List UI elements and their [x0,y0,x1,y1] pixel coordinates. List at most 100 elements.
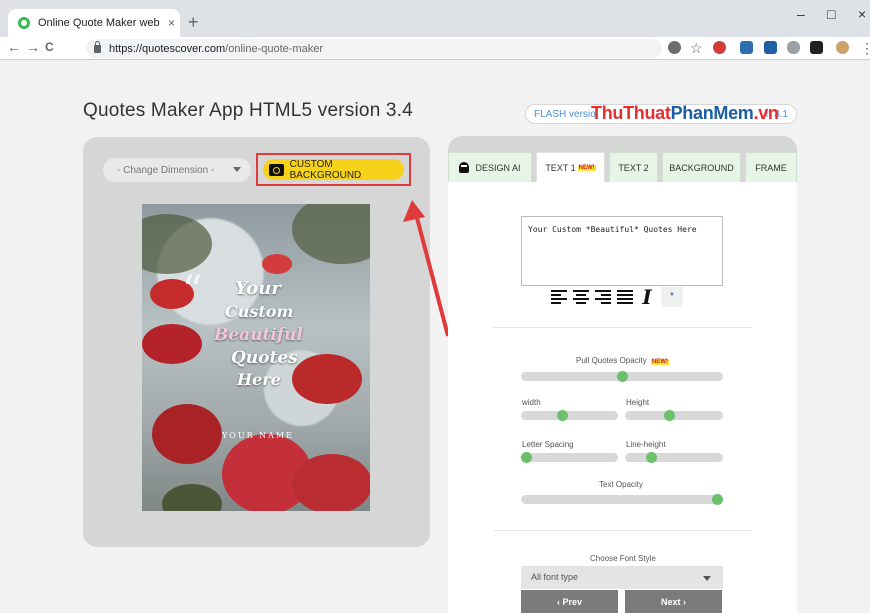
window-close-button[interactable]: × [858,6,866,22]
quote-author: YOUR NAME [222,431,294,440]
flash-version-label: FLASH versio [534,109,596,120]
foliage-shape [142,214,212,274]
quote-line: Your [235,278,281,299]
font-type-value: All font type [531,572,579,582]
slider-handle[interactable] [521,452,532,463]
quote-line: Quotes [231,348,298,368]
forward-button[interactable]: → [26,39,40,55]
align-right-icon[interactable] [595,289,611,305]
flower-shape [152,404,222,464]
reload-button[interactable]: C [45,40,54,54]
align-left-icon[interactable] [551,289,567,305]
pull-quotes-opacity-slider[interactable] [521,371,723,382]
download-icon[interactable] [764,41,777,54]
pull-quotes-opacity-label: Pull Quotes Opacity NEW! [576,356,669,365]
divider [493,530,751,531]
watermark-tail-text: .vn [753,103,779,123]
line-height-slider[interactable] [625,452,723,463]
quote-preview-canvas[interactable]: “ Your Custom Beautiful Quotes Here YOUR… [142,204,370,511]
align-center-icon[interactable] [573,289,589,305]
tab-label: TEXT 2 [618,162,649,173]
tab-label: BACKGROUND [669,162,734,173]
bookmark-star-icon[interactable]: ☆ [690,40,703,57]
slider-handle[interactable] [616,371,628,382]
adblock-icon[interactable] [713,41,726,54]
slider-handle[interactable] [557,410,569,421]
editor-tabs: DESIGN AI TEXT 1 NEW! TEXT 2 BACKGROUND … [448,152,797,182]
tab-label: FRAME [755,162,787,173]
text-1-settings: I * Pull Quotes Opacity NEW! width Heigh… [448,182,797,613]
tab-text-1[interactable]: TEXT 1 NEW! [536,152,605,182]
special-char-button[interactable]: * [661,287,683,307]
flower-shape [262,254,292,274]
watermark-red-text: ThuThuat [591,103,671,123]
chevron-down-icon [703,576,711,581]
height-label: Height [626,398,650,407]
italic-button[interactable]: I [639,287,655,307]
tab-close-button[interactable]: × [168,16,175,30]
tab-text-2[interactable]: TEXT 2 [609,152,658,182]
lock-icon [94,40,101,53]
flower-shape [142,324,202,364]
address-toolbar: ← → C https://quotescover.com/online-quo… [0,37,870,60]
slider-handle[interactable] [645,452,657,463]
width-slider[interactable] [521,410,618,421]
flower-shape [292,454,370,511]
quote-mark: “ [182,268,203,314]
watermark-blue-text: PhanMem [670,103,754,123]
font-type-select[interactable]: All font type [521,566,723,589]
tab-design-ai[interactable]: DESIGN AI [448,152,532,182]
slider-handle[interactable] [663,410,675,421]
back-button[interactable]: ← [7,39,21,55]
letter-spacing-slider[interactable] [521,452,618,463]
highlight-box: CUSTOM BACKGROUND [256,153,411,186]
line-height-label: Line-height [626,440,666,449]
letter-spacing-label: Letter Spacing [522,440,574,449]
dimension-select-value: - Change Dimension - [117,164,215,176]
text-opacity-label: Text Opacity [599,480,644,489]
url-path: /online-quote-maker [225,42,324,55]
url-host: https://quotescover.com [109,42,226,55]
tab-frame[interactable]: FRAME [745,152,797,182]
text-format-toolbar: I * [551,287,683,307]
custom-background-label: CUSTOM BACKGROUND [289,158,362,181]
site-favicon-icon [18,17,30,29]
media-icon[interactable] [810,41,823,54]
tab-label: TEXT 1 [545,162,576,173]
maximize-button[interactable]: □ [827,6,835,22]
height-slider[interactable] [625,410,723,421]
camera-icon [269,163,284,176]
watermark-logo: ThuThuatPhanMem.vn [591,103,779,124]
font-style-label: Choose Font Style [590,554,656,563]
robot-icon [459,162,470,173]
browser-menu-icon[interactable]: ⋮ [860,40,870,57]
extension-icon[interactable] [668,41,681,54]
tab-background[interactable]: BACKGROUND [662,152,741,182]
quote-line: Beautiful [214,325,304,345]
divider [493,327,751,328]
quote-text-input[interactable] [521,216,723,286]
foliage-shape [292,204,370,264]
new-badge: NEW! [650,359,669,365]
profile-avatar[interactable] [836,41,849,54]
quote-line: Here [237,370,281,389]
cloud-icon[interactable] [787,41,800,54]
quote-line: Custom [225,302,294,321]
browser-tab[interactable]: Online Quote Maker web applica × [8,9,180,37]
url-field[interactable]: https://quotescover.com/online-quote-mak… [86,39,662,58]
new-tab-button[interactable]: + [188,12,199,33]
next-button[interactable]: Next › [625,590,722,613]
chevron-down-icon [233,167,241,172]
editor-panel: DESIGN AI TEXT 1 NEW! TEXT 2 BACKGROUND … [448,136,797,613]
preview-panel: - Change Dimension - CUSTOM BACKGROUND “… [83,137,430,547]
custom-background-button[interactable]: CUSTOM BACKGROUND [263,158,404,181]
dimension-select[interactable]: - Change Dimension - [103,158,251,182]
foliage-shape [162,484,222,511]
cast-icon[interactable] [740,41,753,54]
text-opacity-slider[interactable] [521,494,723,505]
align-justify-icon[interactable] [617,289,633,305]
page-title: Quotes Maker App HTML5 version 3.4 [83,100,413,121]
minimize-button[interactable]: – [797,6,805,22]
slider-handle[interactable] [712,494,723,505]
prev-button[interactable]: ‹ Prev [521,590,618,613]
